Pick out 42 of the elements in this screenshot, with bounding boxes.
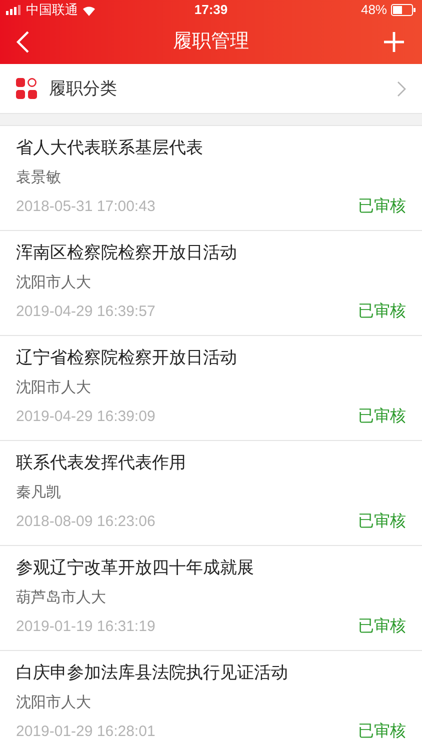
battery-icon — [391, 4, 416, 16]
record-author: 沈阳市人大 — [16, 378, 92, 398]
record-item[interactable]: 联系代表发挥代表作用 秦凡凯 2018-08-09 16:23:06 已审核 — [0, 441, 422, 546]
record-author: 葫芦岛市人大 — [16, 588, 107, 608]
record-author: 秦凡凯 — [16, 483, 62, 503]
record-time: 2018-05-31 17:00:43 — [16, 197, 156, 217]
add-button[interactable] — [382, 30, 406, 54]
record-title: 白庆申参加法库县法院执行见证活动 — [16, 662, 289, 684]
record-title: 联系代表发挥代表作用 — [16, 452, 187, 474]
record-time: 2019-01-29 16:28:01 — [16, 722, 156, 742]
record-time: 2019-04-29 16:39:57 — [16, 302, 156, 322]
carrier-name: 中国联通 — [26, 1, 78, 20]
record-title: 辽宁省检察院检察开放日活动 — [16, 347, 238, 369]
record-item[interactable]: 白庆申参加法库县法院执行见证活动 沈阳市人大 2019-01-29 16:28:01 已审核 — [0, 651, 422, 750]
record-item[interactable]: 参观辽宁改革开放四十年成就展 葫芦岛市人大 2019-01-19 16:31:19 已审核 — [0, 546, 422, 651]
category-icon — [16, 78, 37, 99]
signal-icon — [6, 5, 22, 15]
record-item[interactable]: 省人大代表联系基层代表 袁景敏 2018-05-31 17:00:43 已审核 — [0, 126, 422, 231]
chevron-right-icon — [397, 80, 406, 96]
record-author: 袁景敏 — [16, 168, 62, 188]
record-title: 浑南区检察院检察开放日活动 — [16, 242, 238, 264]
record-status: 已审核 — [358, 406, 406, 427]
record-time: 2018-08-09 16:23:06 — [16, 512, 156, 532]
category-row[interactable]: 履职分类 — [0, 64, 422, 114]
clock-time: 17:39 — [194, 1, 228, 20]
record-status: 已审核 — [358, 196, 406, 217]
record-item[interactable]: 浑南区检察院检察开放日活动 沈阳市人大 2019-04-29 16:39:57 已审核 — [0, 231, 422, 336]
record-status: 已审核 — [358, 616, 406, 637]
record-title: 参观辽宁改革开放四十年成就展 — [16, 557, 255, 579]
wifi-icon — [82, 4, 96, 16]
record-time: 2019-04-29 16:39:09 — [16, 407, 156, 427]
record-status: 已审核 — [358, 512, 406, 532]
record-status: 已审核 — [358, 302, 406, 322]
category-label: 履职分类 — [49, 78, 118, 100]
battery-percent: 48% — [360, 1, 387, 20]
page-title: 履职管理 — [173, 30, 249, 54]
record-author: 沈阳市人大 — [16, 273, 92, 293]
record-status: 已审核 — [358, 722, 406, 742]
record-author: 沈阳市人大 — [16, 693, 92, 713]
record-title: 省人大代表联系基层代表 — [16, 137, 204, 159]
record-item[interactable]: 辽宁省检察院检察开放日活动 沈阳市人大 2019-04-29 16:39:09 已审核 — [0, 336, 422, 441]
record-time: 2019-01-19 16:31:19 — [16, 617, 156, 637]
